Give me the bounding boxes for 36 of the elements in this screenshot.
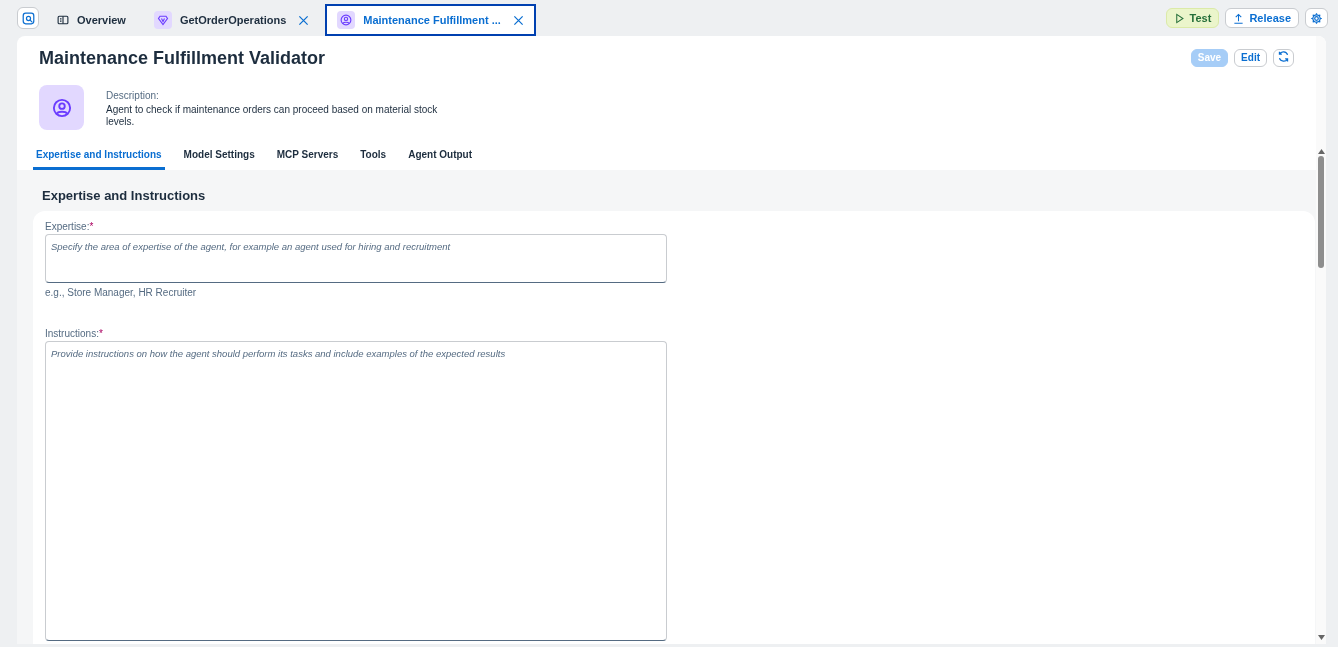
test-button[interactable]: Test — [1165, 8, 1220, 28]
header-button[interactable]: Edit — [1234, 48, 1267, 67]
field-label: Expertise:* — [45, 221, 95, 232]
scroll-up-icon[interactable] — [1317, 149, 1325, 154]
document-tab[interactable]: Overview — [45, 4, 138, 36]
field-label: Instructions:* — [45, 328, 104, 339]
scroll-down-icon[interactable] — [1317, 635, 1325, 640]
text-area[interactable]: Provide instructions on how the agent should perform its tasks and include examples of the expected results — [45, 341, 667, 641]
scrollbar-thumb[interactable] — [1318, 156, 1324, 268]
section-tab[interactable]: Tools — [357, 146, 390, 170]
refresh-button[interactable] — [1273, 48, 1294, 67]
close-icon[interactable] — [298, 14, 310, 26]
play-icon — [1173, 12, 1185, 24]
document-tab[interactable]: GetOrderOperations — [141, 4, 322, 36]
text-area[interactable]: Specify the area of expertise of the agent, for example an agent used for hiring and recruitment — [45, 234, 667, 283]
user-circle-icon — [340, 14, 353, 26]
section-tab[interactable]: Model Settings — [180, 146, 258, 170]
page-title: Maintenance Fulfillment Validator — [39, 48, 327, 69]
section-tab[interactable]: MCP Servers — [273, 146, 342, 170]
settings-button[interactable] — [1305, 8, 1328, 28]
search-button[interactable] — [17, 7, 39, 29]
refresh-icon — [1277, 50, 1290, 63]
description-text: Agent to check if maintenance orders can proceed based on material stock levels. — [106, 104, 439, 128]
section-tab[interactable]: Agent Output — [405, 146, 476, 170]
diamond-icon — [156, 14, 169, 26]
close-icon[interactable] — [512, 14, 524, 26]
section-title: Expertise and Instructions — [42, 188, 207, 203]
settings-icon — [1310, 11, 1323, 25]
search-icon — [21, 11, 35, 25]
list-card-icon — [57, 14, 69, 26]
release-button[interactable]: Release — [1225, 8, 1299, 28]
user-circle-icon — [51, 97, 72, 118]
document-tab[interactable]: Maintenance Fulfillment ... — [325, 4, 536, 36]
description-label: Description: — [106, 90, 160, 101]
upload-icon — [1233, 12, 1245, 24]
field-hint: e.g., Store Manager, HR Recruiter — [45, 287, 198, 298]
